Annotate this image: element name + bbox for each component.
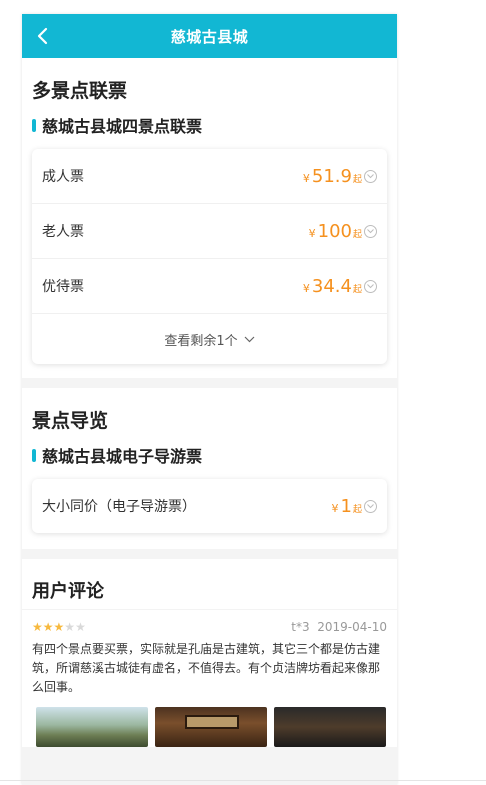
top-nav-bar: 慈城古县城 xyxy=(22,14,397,58)
review-text: 有四个景点要买票，实际就是孔庙是古建筑，其它三个都是仿古建筑，所谓慈溪古城徒有虚… xyxy=(32,642,381,694)
expand-chevron-icon[interactable] xyxy=(364,279,377,293)
ticket-group-label: 慈城古县城四景点联票 xyxy=(42,117,203,136)
price-amount: 34.4 xyxy=(311,275,352,297)
ticket-price: ¥ 34.4 起 xyxy=(303,276,377,297)
expand-chevron-icon[interactable] xyxy=(364,224,377,238)
ticket-card: 成人票 ¥ 51.9 起 老人票 ¥ 100 起 优待票 ¥ 34.4 起 查看… xyxy=(32,149,387,364)
star-filled-icon: ★ xyxy=(32,620,43,634)
review-user: t*3 xyxy=(291,620,310,634)
review-item: ★★★★★ t*3 2019-04-10 有四个景点要买票，实际就是孔庙是古建筑… xyxy=(22,610,397,747)
price-suffix: 起 xyxy=(352,284,362,295)
price-suffix: 起 xyxy=(352,174,362,185)
ticket-row-concession[interactable]: 优待票 ¥ 34.4 起 xyxy=(32,259,387,314)
show-more-button[interactable]: 查看剩余1个 xyxy=(32,314,387,364)
ticket-label: 老人票 xyxy=(42,224,84,240)
review-photo[interactable] xyxy=(274,707,386,747)
accent-bar xyxy=(32,448,36,462)
star-filled-icon: ★ xyxy=(53,620,65,634)
star-empty-icon: ★ xyxy=(64,620,76,634)
ticket-row-adult[interactable]: 成人票 ¥ 51.9 起 xyxy=(32,149,387,204)
ticket-row-senior[interactable]: 老人票 ¥ 100 起 xyxy=(32,204,387,259)
page-divider xyxy=(0,780,486,781)
price-amount: 1 xyxy=(340,495,352,517)
review-photos xyxy=(32,707,387,747)
ticket-group-title: 慈城古县城四景点联票 xyxy=(32,113,387,137)
review-photo[interactable] xyxy=(155,707,267,747)
star-filled-icon: ★ xyxy=(42,620,54,634)
currency-symbol: ¥ xyxy=(302,171,310,185)
guide-card: 大小同价（电子导游票） ¥ 1 起 xyxy=(32,479,387,533)
mobile-view: 慈城古县城 多景点联票 慈城古县城四景点联票 成人票 ¥ 51.9 起 老人票 … xyxy=(22,14,397,785)
page-title: 慈城古县城 xyxy=(170,27,249,46)
star-rating: ★★★★★ xyxy=(32,620,86,634)
review-date: 2019-04-10 xyxy=(317,620,387,634)
section-title-guide: 景点导览 xyxy=(32,410,109,432)
price-suffix: 起 xyxy=(352,504,362,515)
expand-chevron-icon[interactable] xyxy=(364,499,377,513)
currency-symbol: ¥ xyxy=(302,281,310,295)
guide-group-title: 慈城古县城电子导游票 xyxy=(32,443,387,467)
accent-bar xyxy=(32,118,36,132)
expand-chevron-icon[interactable] xyxy=(364,169,377,183)
price-amount: 100 xyxy=(317,220,352,242)
ticket-label: 优待票 xyxy=(42,279,84,295)
ticket-price: ¥ 100 起 xyxy=(309,221,377,242)
price-amount: 51.9 xyxy=(311,165,352,187)
chevron-down-icon xyxy=(244,336,255,342)
currency-symbol: ¥ xyxy=(308,226,316,240)
ticket-label: 成人票 xyxy=(42,169,84,185)
show-more-label: 查看剩余1个 xyxy=(164,333,238,349)
section-title-combo: 多景点联票 xyxy=(32,80,128,102)
ticket-price: ¥ 51.9 起 xyxy=(303,166,377,187)
guide-group-label: 慈城古县城电子导游票 xyxy=(42,447,203,466)
price-suffix: 起 xyxy=(352,229,362,240)
reviews-title: 用户评论 xyxy=(22,559,397,610)
review-meta: ★★★★★ t*3 2019-04-10 xyxy=(32,620,387,634)
star-empty-icon: ★ xyxy=(75,620,86,634)
ticket-price: ¥ 1 起 xyxy=(332,496,377,517)
combo-ticket-section: 多景点联票 慈城古县城四景点联票 成人票 ¥ 51.9 起 老人票 ¥ 100 xyxy=(22,58,397,378)
audio-guide-section: 景点导览 慈城古县城电子导游票 大小同价（电子导游票） ¥ 1 起 xyxy=(22,388,397,549)
ticket-label: 大小同价（电子导游票） xyxy=(42,499,196,515)
review-photo[interactable] xyxy=(36,707,148,747)
back-arrow-icon[interactable] xyxy=(36,26,50,46)
review-author-date: t*3 2019-04-10 xyxy=(291,620,387,634)
currency-symbol: ¥ xyxy=(331,501,339,515)
guide-ticket-row[interactable]: 大小同价（电子导游票） ¥ 1 起 xyxy=(32,479,387,533)
